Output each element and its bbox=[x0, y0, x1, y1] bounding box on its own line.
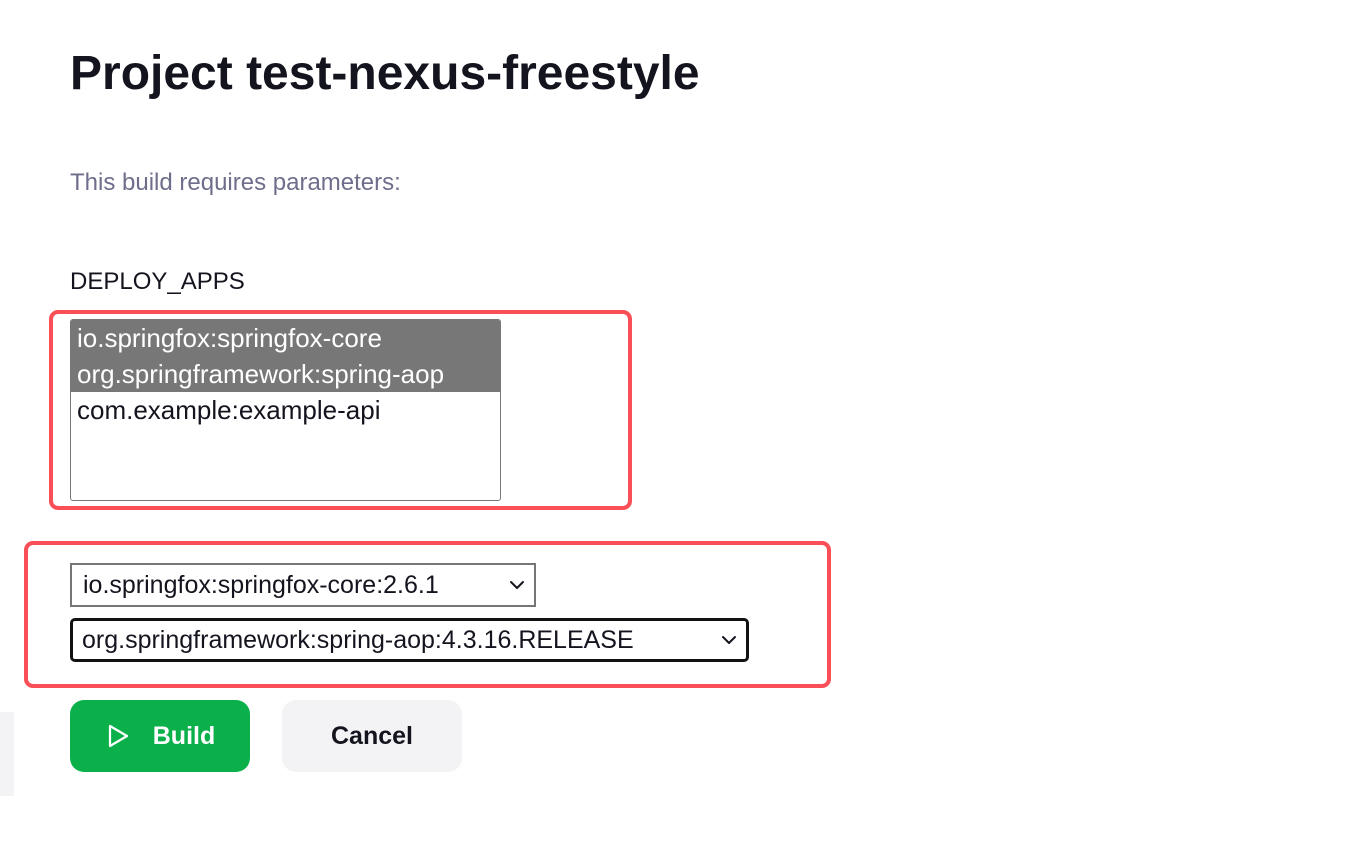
page-title: Project test-nexus-freestyle bbox=[70, 47, 700, 100]
build-button-label: Build bbox=[152, 721, 216, 750]
deploy-apps-multiselect[interactable]: io.springfox:springfox-core org.springfr… bbox=[70, 319, 501, 501]
springfox-core-version-select[interactable]: io.springfox:springfox-core:2.6.1 bbox=[70, 563, 536, 607]
left-edge-panel bbox=[0, 712, 14, 796]
chevron-down-icon bbox=[508, 576, 526, 594]
parameter-name-label: DEPLOY_APPS bbox=[70, 268, 245, 295]
build-button[interactable]: Build bbox=[70, 700, 250, 772]
option-springfox-core[interactable]: io.springfox:springfox-core bbox=[71, 320, 500, 356]
cancel-button-label: Cancel bbox=[331, 721, 413, 750]
page-subtitle: This build requires parameters: bbox=[70, 169, 401, 196]
option-spring-aop[interactable]: org.springframework:spring-aop bbox=[71, 356, 500, 392]
chevron-down-icon bbox=[720, 631, 738, 649]
spring-aop-version-select[interactable]: org.springframework:spring-aop:4.3.16.RE… bbox=[70, 618, 749, 662]
cancel-button[interactable]: Cancel bbox=[282, 700, 462, 772]
option-example-api[interactable]: com.example:example-api bbox=[71, 392, 500, 428]
spring-aop-version-value: org.springframework:spring-aop:4.3.16.RE… bbox=[82, 625, 634, 654]
build-with-parameters-page: Project test-nexus-freestyle This build … bbox=[0, 0, 1354, 852]
springfox-core-version-value: io.springfox:springfox-core:2.6.1 bbox=[83, 570, 439, 599]
play-icon bbox=[105, 723, 131, 749]
